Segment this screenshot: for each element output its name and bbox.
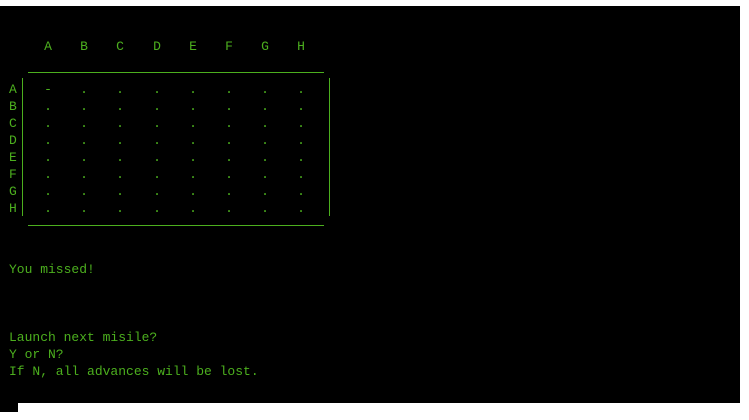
board-cell-dc: . [116,133,124,148]
board-row-d: D........ [0,132,330,149]
board-cell-ef: . [225,150,233,165]
yes-no-prompt-text: Y or N? [9,347,64,362]
board-cell-hf: . [225,201,233,216]
board-cell-bf: . [225,99,233,114]
board-cell-ga: . [44,184,52,199]
row-label-a: A [9,82,17,97]
board-cell-gh: . [297,184,305,199]
board-cell-ha: . [44,201,52,216]
board-cell-ed: . [153,150,161,165]
board-cell-af: . [225,82,233,97]
board-cell-ag: . [261,82,269,97]
board-cell-bh: . [297,99,305,114]
board-cell-hg: . [261,201,269,216]
row-label-h: H [9,201,17,216]
row-label-e: E [9,150,17,165]
game-terminal[interactable]: ABCDEFGH A-.......B........C........D...… [0,6,740,403]
board-cell-db: . [80,133,88,148]
column-header-d: D [153,39,161,54]
board-cell-hh: . [297,201,305,216]
board-cell-bd: . [153,99,161,114]
board-cell-de: . [189,133,197,148]
board-cell-cg: . [261,116,269,131]
board-cell-df: . [225,133,233,148]
board-cell-fc: . [116,167,124,182]
row-label-g: G [9,184,17,199]
board-cell-eg: . [261,150,269,165]
board-cell-fg: . [261,167,269,182]
board-cell-ec: . [116,150,124,165]
column-header-f: F [225,39,233,54]
board-bottom-rule [28,225,324,226]
board-cell-bc: . [116,99,124,114]
board-cell-ce: . [189,116,197,131]
board-cell-gc: . [116,184,124,199]
board-top-rule [28,72,324,73]
board-cell-da: . [44,133,52,148]
column-header-g: G [261,39,269,54]
board-cell-bg: . [261,99,269,114]
board-cell-ee: . [189,150,197,165]
board-cell-fh: . [297,167,305,182]
row-label-c: C [9,116,17,131]
board-cell-ac: . [116,82,124,97]
board-cell-gb: . [80,184,88,199]
warning-text: If N, all advances will be lost. [9,364,259,379]
board-cell-dg: . [261,133,269,148]
column-header-a: A [44,39,52,54]
board-cell-he: . [189,201,197,216]
column-headers: A B C D E F G H [0,39,340,59]
board-cell-ah: . [297,82,305,97]
board-cell-cf: . [225,116,233,131]
board-cell-ff: . [225,167,233,182]
board-cell-cd: . [153,116,161,131]
board-cell-hc: . [116,201,124,216]
row-label-b: B [9,99,17,114]
board-cell-fb: . [80,167,88,182]
board-row-b: B........ [0,98,330,115]
board-cell-ge: . [189,184,197,199]
board-cell-eh: . [297,150,305,165]
column-header-c: C [116,39,124,54]
board-cell-gf: . [225,184,233,199]
board-cell-hd: . [153,201,161,216]
board-cell-aa: - [44,82,52,97]
board-cell-cc: . [116,116,124,131]
board-cell-eb: . [80,150,88,165]
board-cell-hb: . [80,201,88,216]
board-cell-ba: . [44,99,52,114]
board-cell-gg: . [261,184,269,199]
board-cell-dd: . [153,133,161,148]
board-cell-cb: . [80,116,88,131]
launch-prompt-text: Launch next misile? [9,330,158,345]
board-cell-ae: . [189,82,197,97]
board-row-g: G........ [0,183,330,200]
row-label-f: F [9,167,17,182]
board-cell-ab: . [80,82,88,97]
board-cell-be: . [189,99,197,114]
board-cell-bb: . [80,99,88,114]
board-row-c: C........ [0,115,330,132]
column-header-b: B [80,39,88,54]
board-cell-dh: . [297,133,305,148]
board-cell-ea: . [44,150,52,165]
board-row-h: H........ [0,200,330,217]
terminal-notch [0,403,18,412]
board-cell-ad: . [153,82,161,97]
row-label-d: D [9,133,17,148]
board-cell-ch: . [297,116,305,131]
board-cell-fa: . [44,167,52,182]
board-row-a: A -....... [0,81,330,98]
board-cell-gd: . [153,184,161,199]
board-cell-fe: . [189,167,197,182]
shot-result-text: You missed! [9,262,95,277]
board-cell-ca: . [44,116,52,131]
board-row-e: E........ [0,149,330,166]
column-header-h: H [297,39,305,54]
board-cell-fd: . [153,167,161,182]
column-header-e: E [189,39,197,54]
board-row-f: F........ [0,166,330,183]
